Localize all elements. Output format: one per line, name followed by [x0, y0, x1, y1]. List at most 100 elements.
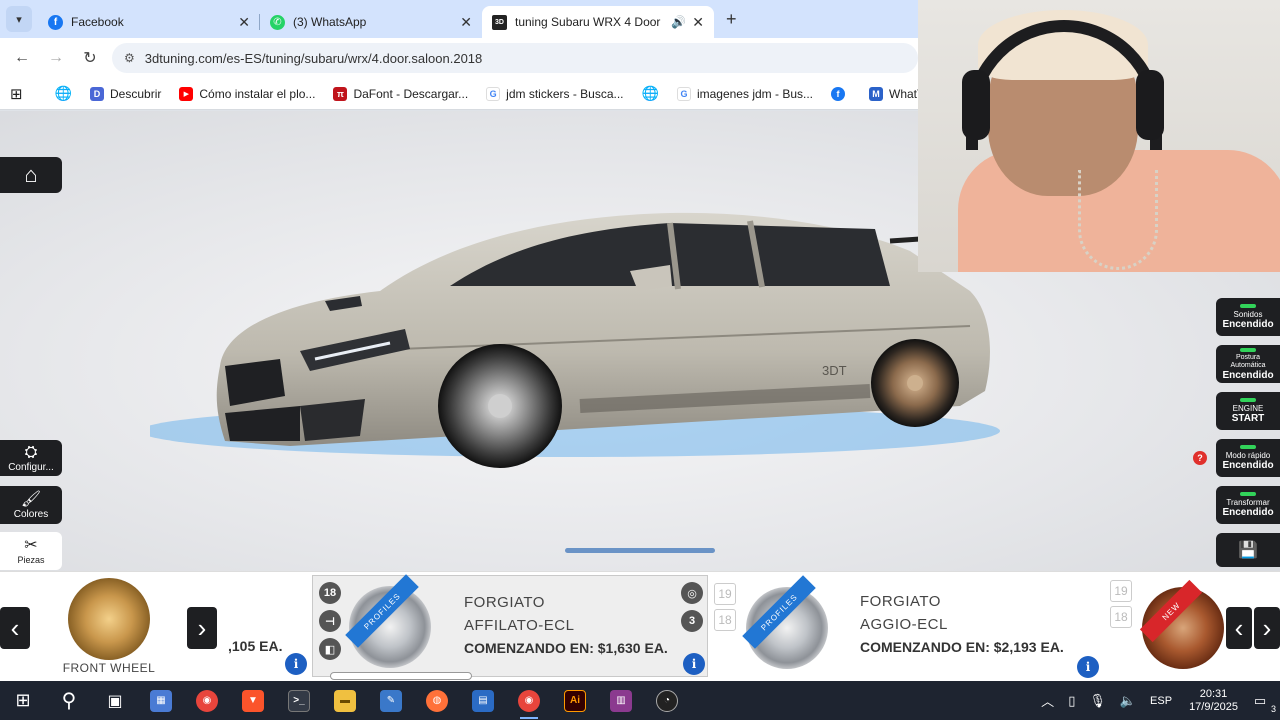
language-indicator[interactable]: ESP: [1150, 695, 1172, 707]
carousel-next-button[interactable]: ›: [1254, 607, 1280, 649]
wheel-card-affilato-ecl[interactable]: 18 ⊣ ◧ PROFILES FORGIATO AFFILATO-ECL CO…: [312, 574, 708, 677]
taskbar-app-firefox[interactable]: ◍: [414, 681, 460, 720]
wheel-model: AGGIO-ECL: [860, 616, 948, 633]
google-icon: G: [676, 86, 691, 101]
parts-button[interactable]: ✂ Piezas: [0, 532, 62, 570]
winrar-icon: ▥: [610, 689, 632, 712]
url-input[interactable]: ⚙ 3dtuning.com/es-ES/tuning/subaru/wrx/4…: [112, 43, 918, 73]
facebook-icon: f: [831, 86, 845, 101]
apps-grid-icon[interactable]: ⊞: [10, 85, 23, 103]
taskbar-app-calculator[interactable]: ▦: [138, 681, 184, 720]
sounds-toggle[interactable]: Sonidos Encendido: [1216, 298, 1280, 336]
info-icon[interactable]: i: [683, 653, 705, 675]
configure-button[interactable]: ⛭ Configur...: [0, 440, 62, 476]
clock-date: 17/9/2025: [1189, 700, 1238, 713]
bookmark-facebook[interactable]: f: [831, 86, 851, 101]
discover-icon: D: [90, 86, 105, 101]
transform-toggle[interactable]: Transformar Encendido: [1216, 486, 1280, 524]
engine-start-button[interactable]: ENGINE START: [1216, 392, 1280, 430]
taskbar-app-chrome-active[interactable]: ◉: [506, 681, 552, 720]
bookmark-discover[interactable]: D Descubrir: [90, 86, 161, 101]
speaker-icon[interactable]: 🔊: [671, 15, 686, 29]
wheel-card-aggio-ecl[interactable]: 19 18 PROFILES FORGIATO AGGIO-ECL COMENZ…: [708, 575, 1106, 678]
size-badge[interactable]: 18: [319, 582, 341, 604]
windows-start-icon[interactable]: ⊞: [0, 681, 46, 720]
taskbar-app-chrome[interactable]: ◉: [184, 681, 230, 720]
taskbar-app-other[interactable]: ▤: [460, 681, 506, 720]
taskbar-app-file-explorer[interactable]: ▬: [322, 681, 368, 720]
globe-icon[interactable]: 🌐: [642, 85, 659, 102]
volume-icon[interactable]: 🔈: [1120, 693, 1136, 709]
notifications-icon[interactable]: ▭ 3: [1248, 691, 1276, 714]
car-model-subaru-wrx[interactable]: 3DT: [150, 151, 1030, 511]
reload-icon[interactable]: ↻: [78, 48, 102, 68]
info-icon[interactable]: i: [285, 653, 307, 675]
tire-icon[interactable]: ◧: [319, 638, 341, 660]
size-badge[interactable]: 19: [1110, 580, 1132, 602]
wheel-brand: FORGIATO: [464, 594, 545, 611]
save-button[interactable]: 💾: [1216, 533, 1280, 567]
car-side-logo: 3DT: [822, 363, 847, 378]
bookmark-jdm-stickers[interactable]: Gjdm stickers - Busca...: [486, 86, 624, 101]
globe-icon[interactable]: 🌐: [55, 85, 72, 102]
google-icon: G: [486, 86, 501, 101]
tab-label: tuning Subaru WRX 4 Door: [515, 15, 661, 29]
close-icon[interactable]: ✕: [238, 14, 250, 31]
quick-mode-toggle[interactable]: Modo rápido Encendido: [1216, 439, 1280, 477]
category-prev-button[interactable]: ‹: [0, 607, 30, 649]
chevron-up-icon[interactable]: ︿: [1041, 691, 1054, 710]
site-settings-icon[interactable]: ⚙: [124, 51, 135, 65]
tab-3dtuning[interactable]: 3D tuning Subaru WRX 4 Door 🔊 ✕: [482, 6, 714, 38]
back-arrow-icon[interactable]: ←: [10, 49, 34, 67]
help-icon[interactable]: ?: [1193, 451, 1207, 465]
category-next-button[interactable]: ›: [187, 607, 217, 649]
colors-button[interactable]: 🖌 Colores: [0, 486, 62, 524]
home-button[interactable]: ⌂: [0, 157, 62, 193]
bookmark-imagenes-jdm[interactable]: Gimagenes jdm - Bus...: [676, 86, 813, 101]
size-badge[interactable]: 19: [714, 583, 736, 605]
chrome-icon: ◉: [196, 689, 218, 712]
taskbar-app-winrar[interactable]: ▥: [598, 681, 644, 720]
size-badge[interactable]: 18: [714, 609, 736, 631]
tools-icon: ✂: [24, 537, 38, 554]
size-badge-3[interactable]: 3: [681, 610, 703, 632]
taskbar-app-illustrator[interactable]: Ai: [552, 681, 598, 720]
front-wheel-category-icon[interactable]: [68, 578, 150, 660]
spacer-icon[interactable]: ⊣: [319, 610, 341, 632]
close-icon[interactable]: ✕: [692, 14, 704, 31]
colors-label: Colores: [13, 508, 49, 520]
new-tab-button[interactable]: +: [726, 9, 737, 30]
bookmark-dafont[interactable]: π DaFont - Descargar...: [333, 86, 468, 101]
tab-label: (3) WhatsApp: [293, 15, 367, 29]
usb-icon[interactable]: ▯: [1068, 693, 1075, 709]
wheel-price: COMENZANDO EN: $1,630 EA.: [464, 640, 668, 656]
windows-taskbar: ⊞ ⚲ ▣ ▦ ◉ ▼ >_ ▬ ✎ ◍ ▤ ◉ Ai ▥ ◔ ︿ ▯ 🎙 🔈 …: [0, 681, 1280, 720]
taskbar-app-brave[interactable]: ▼: [230, 681, 276, 720]
microphone-icon[interactable]: 🎙: [1089, 693, 1106, 709]
task-view-icon[interactable]: ▣: [92, 681, 138, 720]
steering-wheel-icon[interactable]: ◎: [681, 582, 703, 604]
close-icon[interactable]: ✕: [460, 14, 472, 31]
search-icon[interactable]: ⚲: [46, 681, 92, 720]
taskbar-app-terminal[interactable]: >_: [276, 681, 322, 720]
tab-facebook[interactable]: f Facebook ✕: [38, 6, 260, 38]
taskbar-app-notepad[interactable]: ✎: [368, 681, 414, 720]
info-icon[interactable]: i: [1077, 656, 1099, 678]
size-badge[interactable]: 18: [1110, 606, 1132, 628]
car-settings-icon: ⛭: [24, 443, 38, 461]
forward-arrow-icon[interactable]: →: [44, 49, 68, 67]
tab-whatsapp[interactable]: ✆ (3) WhatsApp ✕: [260, 6, 482, 38]
carousel-scrollbar[interactable]: [330, 672, 472, 680]
file-explorer-icon: ▬: [334, 689, 356, 712]
tab-search-chevron-icon[interactable]: ▾: [6, 6, 32, 32]
status-led: [1240, 492, 1256, 496]
firefox-icon: ◍: [426, 689, 448, 712]
clock[interactable]: 20:31 17/9/2025: [1189, 688, 1238, 714]
taskbar-app-speedtest[interactable]: ◔: [644, 681, 690, 720]
previous-item-price: ,105 EA.: [228, 638, 283, 654]
status-led: [1240, 347, 1256, 352]
auto-stance-toggle[interactable]: Postura Automática Encendido: [1216, 345, 1280, 383]
bookmark-whatthefont[interactable]: MWhatTheFont! « M: [869, 86, 918, 101]
bookmark-youtube[interactable]: ▶ Cómo instalar el plo...: [179, 86, 315, 101]
carousel-prev-button[interactable]: ‹: [1226, 607, 1252, 649]
